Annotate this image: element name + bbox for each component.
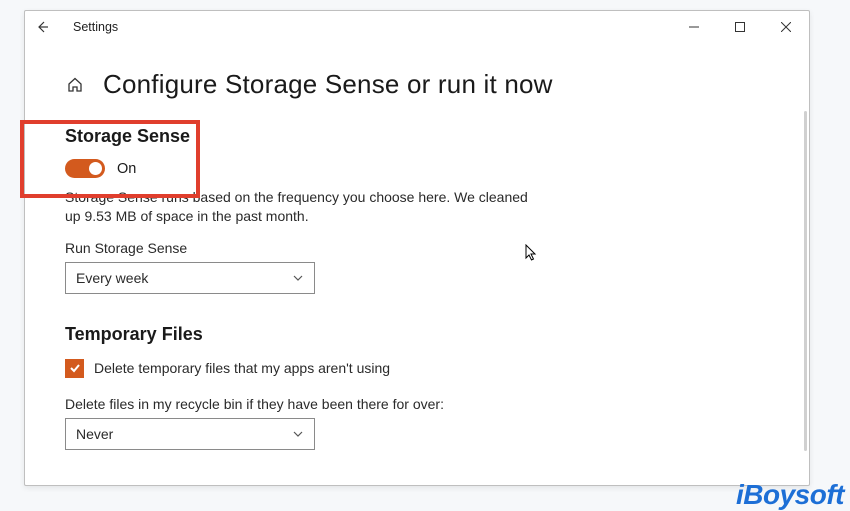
storage-sense-toggle[interactable] bbox=[65, 159, 105, 178]
run-storage-sense-value: Every week bbox=[76, 270, 148, 286]
minimize-button[interactable] bbox=[671, 11, 717, 43]
recycle-bin-dropdown[interactable]: Never bbox=[65, 418, 315, 450]
home-icon[interactable] bbox=[65, 75, 85, 95]
cursor-icon bbox=[525, 244, 539, 262]
storage-sense-toggle-label: On bbox=[117, 161, 136, 177]
run-storage-sense-dropdown[interactable]: Every week bbox=[65, 262, 315, 294]
window-controls bbox=[671, 11, 809, 43]
app-title: Settings bbox=[73, 20, 118, 34]
breadcrumb: Configure Storage Sense or run it now bbox=[65, 69, 789, 100]
toggle-knob bbox=[89, 162, 102, 175]
delete-temp-files-label: Delete temporary files that my apps aren… bbox=[94, 359, 390, 378]
chevron-down-icon bbox=[292, 428, 304, 440]
vertical-scrollbar[interactable] bbox=[804, 111, 807, 451]
page-title: Configure Storage Sense or run it now bbox=[103, 69, 553, 100]
storage-sense-toggle-row: On bbox=[65, 159, 789, 178]
recycle-bin-label: Delete files in my recycle bin if they h… bbox=[65, 396, 789, 412]
storage-sense-heading: Storage Sense bbox=[65, 126, 789, 147]
content-area: Configure Storage Sense or run it now St… bbox=[65, 69, 789, 475]
close-button[interactable] bbox=[763, 11, 809, 43]
delete-temp-files-checkbox[interactable] bbox=[65, 359, 84, 378]
watermark-logo: iBoysoft bbox=[736, 479, 844, 511]
storage-sense-description: Storage Sense runs based on the frequenc… bbox=[65, 188, 545, 226]
delete-temp-files-row: Delete temporary files that my apps aren… bbox=[65, 359, 789, 378]
maximize-button[interactable] bbox=[717, 11, 763, 43]
temporary-files-heading: Temporary Files bbox=[65, 324, 789, 345]
titlebar: Settings bbox=[25, 11, 809, 43]
run-storage-sense-label: Run Storage Sense bbox=[65, 240, 789, 256]
settings-window: Settings Configure Storage Sense or r bbox=[24, 10, 810, 486]
chevron-down-icon bbox=[292, 272, 304, 284]
back-button[interactable] bbox=[35, 20, 49, 34]
recycle-bin-value: Never bbox=[76, 426, 113, 442]
